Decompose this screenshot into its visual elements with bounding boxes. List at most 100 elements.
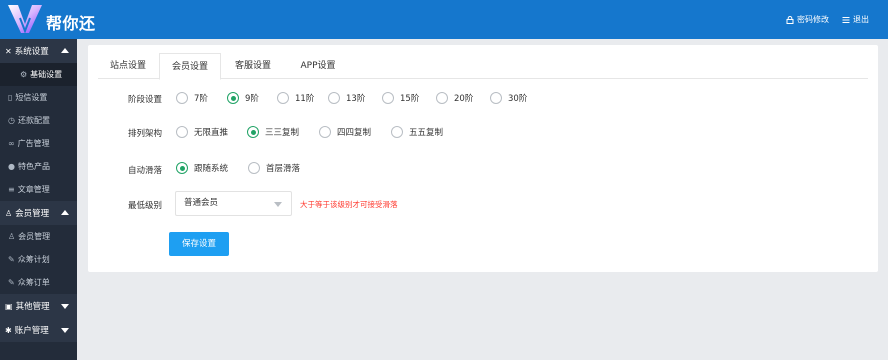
logout-link[interactable]: 退出: [842, 14, 869, 25]
sidebar-item-label: 基础设置: [30, 70, 63, 79]
chevron-up-icon: [61, 210, 69, 215]
lock-icon: [786, 15, 794, 24]
radio-circle: [382, 92, 394, 104]
sidebar-item-featured-products[interactable]: ● 特色产品: [0, 155, 77, 178]
radio-circle: [277, 92, 289, 104]
sidebar-item-ad-management[interactable]: ∞ 广告管理: [0, 132, 77, 155]
stage-option-11[interactable]: 11阶: [277, 92, 314, 104]
tab-site-settings[interactable]: 站点设置: [98, 53, 158, 79]
chevron-down-icon: [61, 304, 69, 309]
clock-icon: ◷: [8, 116, 15, 125]
stage-option-9[interactable]: 9阶: [227, 92, 259, 104]
radio-circle: [176, 92, 188, 104]
structure-option-5x5[interactable]: 五五复制: [391, 126, 443, 138]
settings-panel: 站点设置 会员设置 客服设置 APP设置 阶段设置 7阶 9阶 11阶 13阶 …: [88, 45, 878, 272]
stage-option-30[interactable]: 30阶: [490, 92, 527, 104]
sidebar-group-member[interactable]: ♙ 会员管理: [0, 201, 77, 225]
tab-service-settings[interactable]: 客服设置: [222, 53, 284, 79]
radio-label: 9阶: [245, 94, 259, 104]
sidebar-group-system[interactable]: ✕ 系统设置: [0, 39, 77, 63]
chevron-up-icon: [61, 48, 69, 53]
sidebar-item-crowdfunding-orders[interactable]: ✎ 众筹订单: [0, 271, 77, 294]
auto-slide-label: 自动滑落: [128, 166, 163, 176]
gear-icon: ⚙: [20, 70, 28, 79]
radio-label: 15阶: [400, 94, 420, 104]
radio-circle: [391, 126, 403, 138]
stage-label: 阶段设置: [128, 95, 163, 105]
sidebar-group-account[interactable]: ✱ 账户管理: [0, 318, 77, 342]
radio-circle: [490, 92, 502, 104]
wrench-icon: ✕: [5, 46, 12, 56]
cog-icon: ✱: [5, 325, 12, 335]
auto-slide-option-first-layer[interactable]: 首层滑落: [248, 162, 300, 174]
edit-icon: ✎: [8, 278, 15, 287]
brand-title: 帮你还: [46, 14, 96, 33]
radio-label: 无限直推: [194, 128, 229, 138]
sidebar-item-repayment-config[interactable]: ◷ 还款配置: [0, 109, 77, 132]
sidebar-item-label: 还款配置: [17, 116, 50, 125]
radio-label: 首层滑落: [266, 164, 301, 174]
book-icon: ▣: [5, 301, 13, 311]
edit-icon: ✎: [8, 255, 15, 264]
change-password-label: 密码修改: [797, 15, 829, 24]
tab-app-settings[interactable]: APP设置: [286, 53, 350, 79]
tab-bar: 站点设置 会员设置 客服设置 APP设置: [98, 53, 868, 80]
radio-label: 13阶: [346, 94, 366, 104]
sidebar-item-label: 众筹订单: [17, 278, 50, 287]
structure-option-4x4[interactable]: 四四复制: [319, 126, 371, 138]
tab-member-settings[interactable]: 会员设置: [159, 53, 221, 80]
radio-label: 四四复制: [337, 128, 372, 138]
radio-circle: [319, 126, 331, 138]
radio-label: 30阶: [508, 94, 528, 104]
logo-icon: [8, 5, 42, 34]
radio-circle: [227, 92, 239, 104]
sidebar-item-sms-settings[interactable]: ▯ 短信设置: [0, 86, 77, 109]
sidebar-item-label: 文章管理: [17, 185, 50, 194]
chevron-down-icon: [274, 202, 282, 207]
min-level-label: 最低级别: [128, 201, 163, 211]
stage-option-13[interactable]: 13阶: [328, 92, 365, 104]
radio-label: 7阶: [194, 94, 208, 104]
radio-label: 三三复制: [265, 128, 300, 138]
sidebar-group-label: 系统设置: [14, 47, 49, 57]
radio-circle: [328, 92, 340, 104]
radio-circle: [176, 162, 188, 174]
radio-circle: [248, 162, 260, 174]
radio-label: 跟随系统: [194, 164, 229, 174]
user-icon: ♙: [5, 208, 13, 218]
stage-option-7[interactable]: 7阶: [176, 92, 208, 104]
sidebar-item-label: 会员管理: [18, 232, 51, 241]
sidebar-item-basic-settings[interactable]: ⚙ 基础设置: [0, 63, 77, 86]
chevron-down-icon: [61, 328, 69, 333]
structure-option-unlimited[interactable]: 无限直推: [176, 126, 228, 138]
sidebar: ✕ 系统设置 ⚙ 基础设置 ▯ 短信设置 ◷ 还款配置 ∞ 广告管理 ● 特色产…: [0, 39, 77, 360]
sidebar-item-member-management[interactable]: ♙ 会员管理: [0, 225, 77, 248]
save-settings-button[interactable]: 保存设置: [169, 232, 229, 256]
radio-circle: [247, 126, 259, 138]
sidebar-group-label: 会员管理: [15, 209, 50, 219]
sidebar-group-label: 其他管理: [15, 302, 50, 312]
bell-icon: ●: [8, 162, 15, 171]
menu-lines-icon: [842, 16, 850, 23]
sidebar-group-other[interactable]: ▣ 其他管理: [0, 294, 77, 318]
sidebar-item-label: 众筹计划: [17, 255, 50, 264]
stage-option-15[interactable]: 15阶: [382, 92, 419, 104]
sidebar-item-label: 广告管理: [17, 139, 50, 148]
radio-label: 11阶: [295, 94, 315, 104]
min-level-value: 普通会员: [184, 198, 219, 208]
sidebar-item-label: 特色产品: [17, 162, 50, 171]
min-level-hint: 大于等于该级别才可接受滑落: [300, 200, 398, 209]
radio-label: 20阶: [454, 94, 474, 104]
change-password-link[interactable]: 密码修改: [786, 14, 829, 25]
list-icon: ≡: [8, 185, 15, 194]
structure-label: 排列架构: [128, 129, 163, 139]
min-level-select[interactable]: 普通会员: [175, 191, 292, 216]
radio-label: 五五复制: [409, 128, 444, 138]
stage-option-20[interactable]: 20阶: [436, 92, 473, 104]
sidebar-item-label: 短信设置: [15, 93, 48, 102]
sidebar-item-article-management[interactable]: ≡ 文章管理: [0, 178, 77, 201]
structure-option-3x3[interactable]: 三三复制: [247, 126, 299, 138]
sidebar-item-crowdfunding-plan[interactable]: ✎ 众筹计划: [0, 248, 77, 271]
auto-slide-option-follow[interactable]: 跟随系统: [176, 162, 228, 174]
person-icon: ♙: [8, 232, 16, 241]
